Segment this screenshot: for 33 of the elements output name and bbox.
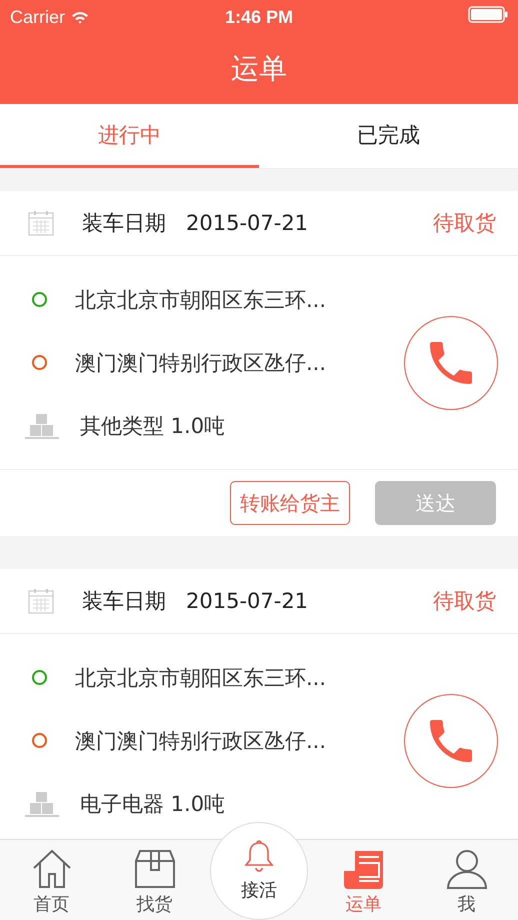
carrier-name: Carrier xyxy=(10,6,66,28)
box-icon xyxy=(134,849,176,889)
wifi-icon xyxy=(71,10,90,24)
date-label: 装车日期 xyxy=(82,210,166,237)
home-icon xyxy=(30,849,72,889)
date-label: 装车日期 xyxy=(82,588,166,615)
order-status: 待取货 xyxy=(433,210,496,237)
order-status: 待取货 xyxy=(433,588,496,615)
origin-address: 北京北京市朝阳区东三环... xyxy=(75,664,326,692)
tab-bar-item[interactable]: 首页 xyxy=(0,840,103,920)
destination-icon xyxy=(32,355,47,370)
cargo-info: 其他类型 1.0吨 xyxy=(80,412,226,440)
tab-bar-item[interactable]: 我 xyxy=(415,840,518,920)
tab-bar-item[interactable]: 找货 xyxy=(103,840,206,920)
calendar-icon xyxy=(28,210,54,236)
loading-date: 2015-07-21 xyxy=(186,589,308,613)
calendar-icon xyxy=(28,588,54,614)
tab-bar-item[interactable]: 接活 xyxy=(210,822,308,920)
origin-icon xyxy=(32,292,47,307)
loading-date: 2015-07-21 xyxy=(186,211,308,235)
destination-address: 澳门澳门特别行政区氹仔... xyxy=(75,350,326,376)
tab[interactable]: 已完成 xyxy=(259,104,518,168)
cargo-info: 电子电器 1.0吨 xyxy=(80,790,226,818)
status-time: 1:46 PM xyxy=(224,6,294,28)
page-title: 运单 xyxy=(231,51,287,87)
battery-icon xyxy=(468,6,508,23)
origin-icon xyxy=(32,670,47,685)
destination-icon xyxy=(32,733,47,748)
origin-address: 北京北京市朝阳区东三环... xyxy=(75,286,326,314)
destination-address: 澳门澳门特别行政区氹仔... xyxy=(75,728,326,754)
bell-icon xyxy=(243,840,275,874)
document-icon xyxy=(342,849,384,889)
person-icon xyxy=(446,849,488,889)
